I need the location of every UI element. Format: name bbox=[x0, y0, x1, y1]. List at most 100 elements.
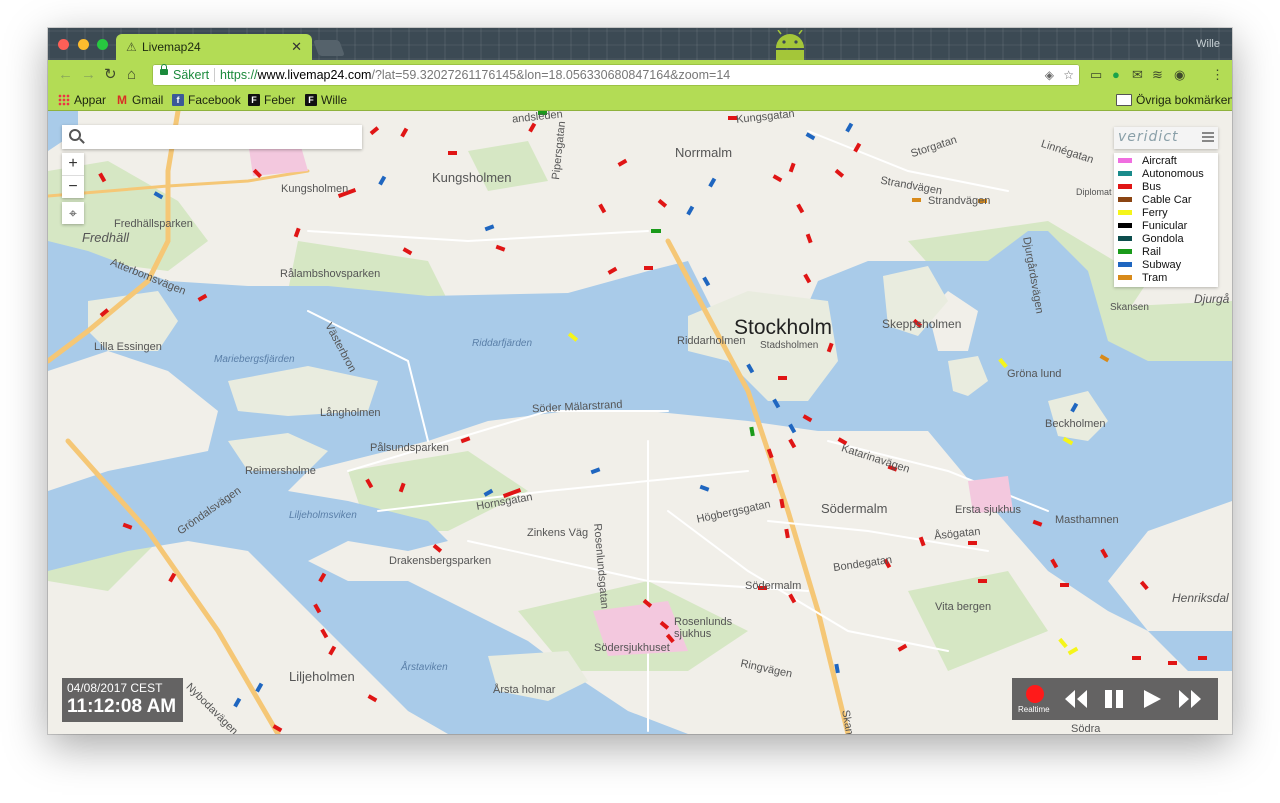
map-label-stadsholmen: Stadsholmen bbox=[760, 340, 819, 351]
bookmark-facebook[interactable]: f Facebook bbox=[172, 92, 241, 108]
extension-green-icon[interactable]: ● bbox=[1112, 67, 1120, 83]
map-label-liljeholmsviken: Liljeholmsviken bbox=[289, 510, 357, 521]
search-input[interactable] bbox=[88, 127, 358, 147]
time-display: 04/08/2017 CEST 11:12:08 AM bbox=[62, 678, 183, 722]
legend-item[interactable]: Tram bbox=[1114, 271, 1218, 284]
bookmark-other-folder[interactable]: Övriga bokmärken bbox=[1116, 92, 1232, 108]
chrome-menu-icon[interactable]: ⋮ bbox=[1211, 67, 1224, 83]
zoom-out-button[interactable]: − bbox=[62, 176, 84, 198]
map-label-kungsholmen: Kungsholmen bbox=[432, 170, 512, 185]
legend-label: Aircraft bbox=[1142, 154, 1177, 167]
map-label-djurgarden: Djurgå bbox=[1194, 292, 1230, 306]
menu-icon[interactable] bbox=[1202, 132, 1214, 142]
bookmarks-bar: Appar M Gmail f Facebook F Feber F Wille… bbox=[48, 90, 1232, 111]
map-label-mariebergsfjarden: Mariebergsfjärden bbox=[214, 354, 295, 365]
back-icon[interactable]: ← bbox=[58, 66, 73, 84]
map-label-riddarfjarden: Riddarfjärden bbox=[472, 338, 533, 349]
mail-extension-icon[interactable]: ✉ bbox=[1132, 67, 1143, 83]
bookmark-wille[interactable]: F Wille bbox=[305, 92, 347, 108]
map-label-masthamnen: Masthamnen bbox=[1055, 514, 1119, 526]
legend-item[interactable]: Aircraft bbox=[1114, 154, 1218, 167]
forward-icon[interactable]: → bbox=[81, 66, 96, 84]
locate-crosshair-icon[interactable]: ⌖ bbox=[62, 202, 84, 224]
map-label-kungsholmen-small: Kungsholmen bbox=[281, 183, 349, 195]
fullscreen-window-button[interactable] bbox=[97, 39, 108, 50]
reload-icon[interactable]: ↻ bbox=[104, 66, 117, 84]
legend-swatch bbox=[1118, 275, 1132, 280]
legend-swatch bbox=[1118, 262, 1132, 267]
tab-close-icon[interactable]: ✕ bbox=[291, 39, 302, 55]
bookmark-star-icon[interactable]: ☆ bbox=[1063, 68, 1074, 82]
browser-window: ⚠ Livemap24 ✕ Wille ← → ↻ ⌂ Säkert https… bbox=[48, 28, 1232, 734]
tab-livemap24[interactable]: ⚠ Livemap24 ✕ bbox=[116, 34, 312, 60]
url-text[interactable]: https://www.livemap24.com/?lat=59.320272… bbox=[220, 68, 730, 82]
url-path: /?lat=59.32027261176145&lon=18.056330680… bbox=[371, 68, 731, 82]
legend-item[interactable]: Ferry bbox=[1114, 206, 1218, 219]
map-label-palsundsparken: Pålsundsparken bbox=[370, 442, 449, 454]
address-bar[interactable]: Säkert https://www.livemap24.com/?lat=59… bbox=[152, 64, 1080, 86]
home-icon[interactable]: ⌂ bbox=[127, 66, 136, 84]
map-label-langholmen: Långholmen bbox=[320, 407, 381, 419]
map-label-riddarholmen: Riddarholmen bbox=[677, 335, 746, 347]
realtime-label: Realtime bbox=[1018, 705, 1050, 714]
pause-icon bbox=[1105, 690, 1123, 708]
close-window-button[interactable] bbox=[58, 39, 69, 50]
legend-item[interactable]: Subway bbox=[1114, 258, 1218, 271]
map-label-liljeholmen: Liljeholmen bbox=[289, 669, 355, 684]
veridict-logo: veridict bbox=[1114, 127, 1218, 149]
map-label-ralambshovsparken: Rålambshovsparken bbox=[280, 268, 381, 280]
map-label-lilla-essingen: Lilla Essingen bbox=[94, 341, 162, 353]
map-label-sodermalm-small: Södermalm bbox=[745, 580, 802, 592]
legend-label: Rail bbox=[1142, 245, 1161, 258]
legend-item[interactable]: Funicular bbox=[1114, 219, 1218, 232]
minimize-window-button[interactable] bbox=[78, 39, 89, 50]
map-label-rosenlunds-sjukhus: Rosenlunds sjukhus bbox=[674, 616, 733, 640]
pause-button[interactable] bbox=[1102, 688, 1126, 710]
realtime-record-button[interactable] bbox=[1026, 685, 1044, 703]
profile-name[interactable]: Wille bbox=[1196, 38, 1220, 50]
legend-item[interactable]: Cable Car bbox=[1114, 193, 1218, 206]
legend-label: Subway bbox=[1142, 258, 1182, 271]
legend-label: Ferry bbox=[1142, 206, 1168, 219]
bookmark-label: Feber bbox=[264, 93, 296, 107]
map-label-grona-lund: Gröna lund bbox=[1007, 368, 1062, 380]
legend-swatch bbox=[1118, 158, 1132, 163]
map-label-skansen: Skansen bbox=[1110, 302, 1149, 313]
bookmark-feber[interactable]: F Feber bbox=[248, 92, 295, 108]
gmail-icon: M bbox=[117, 93, 127, 107]
fast-forward-button[interactable] bbox=[1178, 688, 1202, 710]
location-icon[interactable]: ◈ bbox=[1045, 68, 1054, 82]
cast-icon[interactable]: ▭ bbox=[1090, 67, 1102, 83]
map-label-diplomat: Diplomat bbox=[1076, 187, 1112, 197]
map-label-sodersjukhuset: Södersjukhuset bbox=[594, 642, 670, 654]
layers-extension-icon[interactable]: ≋ bbox=[1152, 67, 1163, 83]
brand-text: veridict bbox=[1118, 129, 1179, 145]
browser-toolbar: ← → ↻ ⌂ Säkert https://www.livemap24.com… bbox=[48, 60, 1232, 90]
livemap-favicon-icon: ⚠ bbox=[126, 40, 137, 54]
map-label-strandvagen-2: Strandvägen bbox=[928, 195, 991, 207]
legend-item[interactable]: Gondola bbox=[1114, 232, 1218, 245]
map-view[interactable]: Stockholm Kungsholmen Kungsholmen Norrma… bbox=[48, 111, 1232, 734]
map-label-sodra: Södra bbox=[1071, 723, 1101, 734]
map-label-sodermalm: Södermalm bbox=[821, 501, 888, 516]
play-button[interactable] bbox=[1140, 688, 1164, 710]
map-label-vita-bergen: Vita bergen bbox=[935, 601, 992, 613]
zoom-in-button[interactable]: + bbox=[62, 153, 84, 176]
legend-swatch bbox=[1118, 184, 1132, 189]
bookmark-gmail[interactable]: M Gmail bbox=[116, 92, 163, 108]
new-tab-button[interactable] bbox=[313, 40, 345, 56]
legend-item[interactable]: Bus bbox=[1114, 180, 1218, 193]
bookmark-appar[interactable]: Appar bbox=[58, 92, 106, 108]
map-label-skeppsholmen: Skeppsholmen bbox=[882, 317, 962, 331]
eye-extension-icon[interactable]: ◉ bbox=[1174, 67, 1185, 83]
bookmark-label: Facebook bbox=[188, 93, 241, 107]
legend-item[interactable]: Rail bbox=[1114, 245, 1218, 258]
map-search-box[interactable] bbox=[62, 125, 362, 149]
legend-item[interactable]: Autonomous bbox=[1114, 167, 1218, 180]
map-label-fredhallsparken: Fredhällsparken bbox=[114, 218, 193, 230]
folder-icon bbox=[1116, 94, 1132, 106]
rewind-button[interactable] bbox=[1064, 688, 1088, 710]
legend-swatch bbox=[1118, 197, 1132, 202]
legend-label: Bus bbox=[1142, 180, 1161, 193]
date-label: 04/08/2017 CEST bbox=[67, 681, 163, 695]
